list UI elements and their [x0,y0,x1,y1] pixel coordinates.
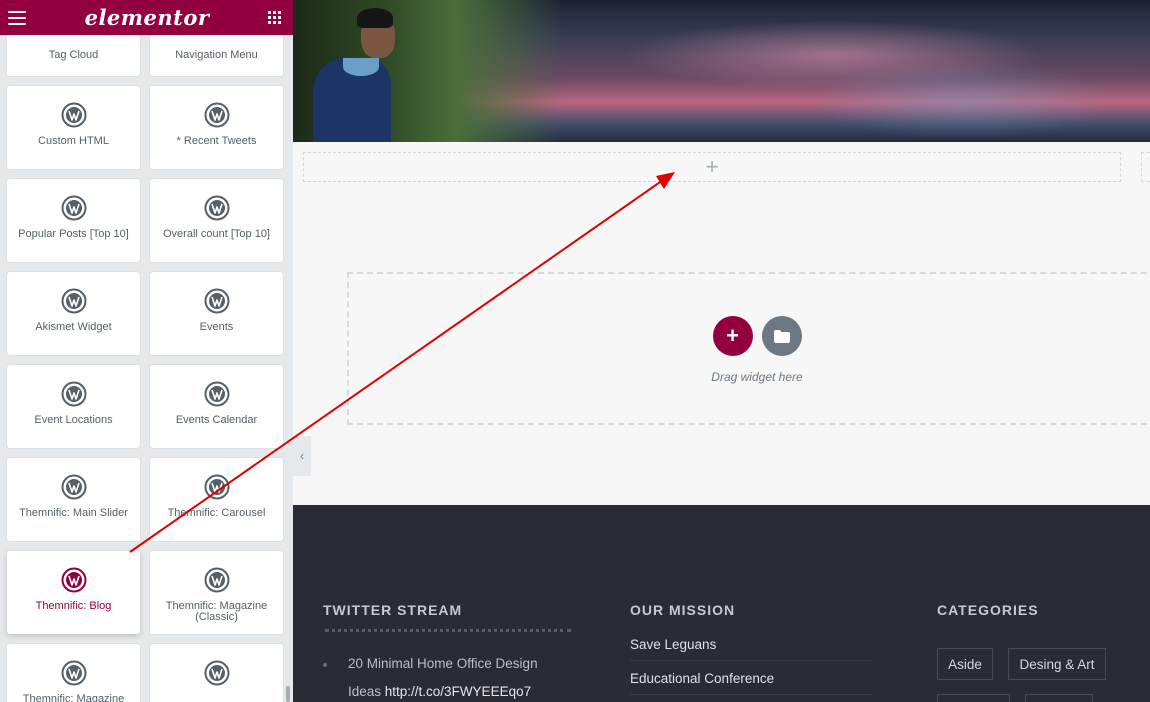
drop-zone-actions: + [712,316,802,356]
wordpress-icon [204,195,229,221]
widget-events-calendar[interactable]: Events Calendar [150,365,283,448]
widget-label: Events [199,321,234,333]
category-tag[interactable]: Aside [937,648,993,680]
mission-item[interactable]: Educational Conference [630,671,872,695]
widget-events[interactable]: Events [150,272,283,355]
widget-magazine-classic[interactable]: Themnific: Magazine (Classic) [150,551,283,634]
plus-icon: + [726,323,739,348]
wordpress-icon [204,474,229,500]
panel-collapse-handle[interactable]: ‹ [293,436,311,476]
widget-event-locations[interactable]: Event Locations [7,365,140,448]
grid-icon[interactable] [267,11,281,24]
elementor-logo: elementor [84,5,210,30]
widget-label: Tag Cloud [48,49,99,61]
wordpress-icon [61,381,86,407]
wordpress-icon [204,381,229,407]
wordpress-icon [61,102,86,128]
wordpress-icon [61,195,86,221]
widget-label: Themnific: Main Slider [19,507,128,519]
panel-header: elementor [0,0,293,35]
widget-carousel[interactable]: Themnific: Carousel [150,458,283,541]
tweet-text: 20 Minimal Home Office Design [348,656,538,671]
widget-navigation-menu[interactable]: Navigation Menu [150,35,283,76]
wordpress-icon [61,660,86,686]
widget-label: Custom HTML [38,135,109,147]
add-section-bar[interactable]: + [303,152,1121,182]
wordpress-icon [204,567,229,593]
widget-label: * Recent Tweets [176,135,257,147]
title-divider [325,629,571,632]
add-template-button[interactable] [761,316,802,356]
widget-blog[interactable]: Themnific: Blog [7,551,140,634]
drop-zone[interactable]: + Drag widget here [347,272,1150,425]
widget-tag-cloud[interactable]: Tag Cloud [7,35,140,76]
tweet-bullet [323,663,327,667]
widget-label: Popular Posts [Top 10] [18,228,129,240]
widget-main-slider[interactable]: Themnific: Main Slider [7,458,140,541]
wordpress-icon [204,660,229,686]
tweet-item: 20 Minimal Home Office Design Ideas http… [323,650,563,702]
hamburger-icon[interactable] [8,10,26,25]
widget-label: Themnific: Carousel [167,507,266,519]
wordpress-icon [204,102,229,128]
our-mission-title: OUR MISSION [630,602,736,618]
widget-label: Akismet Widget [35,321,112,333]
tweet-text-prefix: Ideas [348,684,385,699]
plus-icon[interactable]: + [706,156,719,178]
widget-overall-count[interactable]: Overall count [Top 10] [150,179,283,262]
hero-image [293,0,1150,142]
widget-label: Overall count [Top 10] [162,228,270,240]
wordpress-icon [61,567,86,593]
drop-zone-text: Drag widget here [711,370,803,384]
category-tag[interactable] [1025,694,1093,702]
chevron-left-icon: ‹ [300,449,304,463]
widget-unlabeled[interactable] [150,644,283,702]
mission-item[interactable]: Save Leguans [630,637,872,661]
category-tag[interactable] [937,694,1010,702]
widget-akismet[interactable]: Akismet Widget [7,272,140,355]
twitter-stream-title: TWITTER STREAM [323,602,463,618]
widget-magazine-plain[interactable]: Themnific: Magazine (Plain [7,644,140,702]
category-tag[interactable]: Desing & Art [1008,648,1106,680]
add-section-bar-edge [1141,152,1150,182]
widget-label: Themnific: Magazine (Classic) [165,600,268,623]
widget-label: Themnific: Blog [35,600,112,612]
wordpress-icon [61,288,86,314]
tweet-text-continued: Ideas http://t.co/3FWYEEEqo7 [323,678,563,702]
wordpress-icon [61,474,86,500]
widget-panel: elementor Tag Cloud Navigation Menu Cust… [0,0,293,702]
tweet-link[interactable]: http://t.co/3FWYEEEqo7 [385,684,531,699]
widget-label: Navigation Menu [175,49,258,61]
widget-custom-html[interactable]: Custom HTML [7,86,140,169]
panel-scrollbar[interactable] [286,686,290,702]
wordpress-icon [204,288,229,314]
add-section-button[interactable]: + [712,316,753,356]
widget-label: Event Locations [34,414,113,426]
widget-label: Events Calendar [175,414,258,426]
site-footer: TWITTER STREAM 20 Minimal Home Office De… [293,505,1150,702]
widget-label: Themnific: Magazine (Plain [22,693,125,702]
folder-icon [773,329,790,343]
preview-canvas: + + Drag widget here ‹ TWITTER STREAM 20… [293,0,1150,702]
elementor-editor: elementor Tag Cloud Navigation Menu Cust… [0,0,1150,702]
categories-title: CATEGORIES [937,602,1039,618]
widget-recent-tweets[interactable]: * Recent Tweets [150,86,283,169]
widget-popular-posts[interactable]: Popular Posts [Top 10] [7,179,140,262]
